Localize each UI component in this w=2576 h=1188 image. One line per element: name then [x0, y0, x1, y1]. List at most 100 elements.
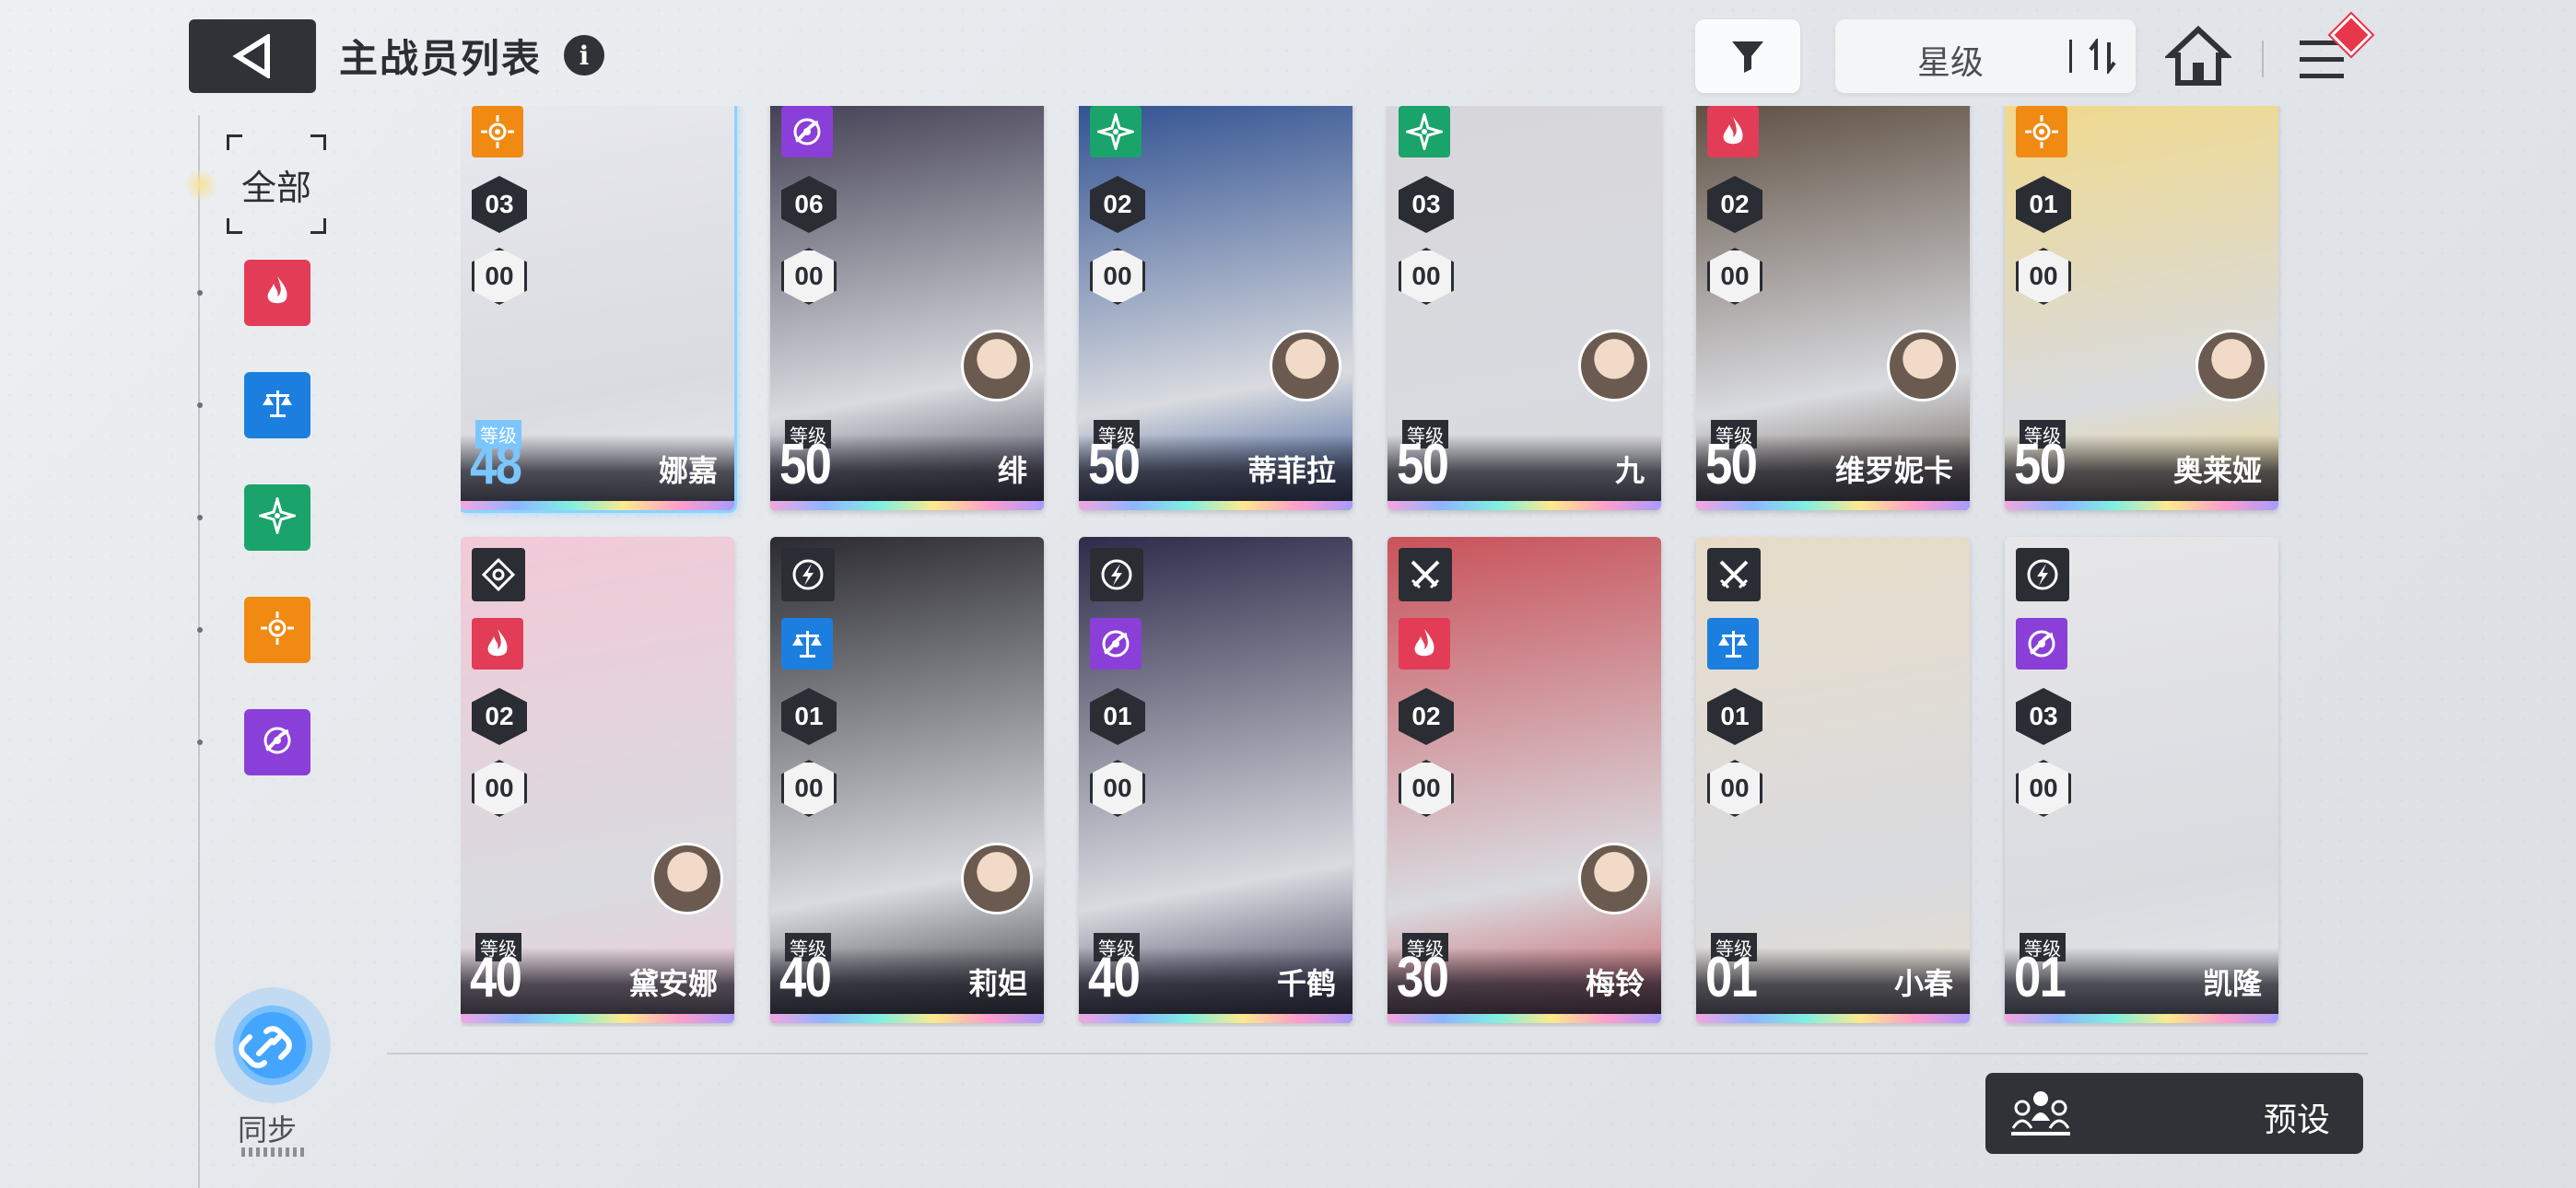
preset-label: 预设: [2263, 1101, 2330, 1138]
rarity-strip: [2005, 1014, 2278, 1023]
sidebar-bullet: [197, 290, 203, 296]
sync-link-icon: [239, 1026, 292, 1068]
team-preset-icon: [2011, 1091, 2070, 1136]
filter-tab-flame-element[interactable]: [244, 260, 310, 326]
character-card[interactable]: 02 00 等级 50 维罗妮卡: [1696, 106, 1970, 510]
character-grid: 03 00 等级 48 娜嘉 06 00 等级 50 绯 02 00 等级 50 蒂菲拉 03 00 等级 50 九 0…: [461, 106, 2303, 1027]
rarity-strip: [770, 1014, 1044, 1023]
support-avatar: [651, 843, 723, 914]
rarity-strip: [1079, 501, 1352, 510]
sync-button[interactable]: [215, 987, 331, 1103]
filter-tab-vortex-element[interactable]: [244, 709, 310, 775]
filter-tab-scales-element[interactable]: [244, 372, 310, 438]
flame-element-icon: [472, 618, 523, 670]
scales-element-icon: [1707, 618, 1759, 670]
filter-tab-all-label: 全部: [240, 169, 311, 208]
character-card[interactable]: 01 00 等级 40 莉妲: [770, 537, 1044, 1023]
character-card[interactable]: 03 00 等级 01 凯隆: [2005, 537, 2278, 1023]
sync-progress-ticks: [241, 1147, 308, 1157]
star-compass-element-icon: [1399, 106, 1450, 157]
filter-tab-all[interactable]: 全部: [227, 134, 326, 234]
back-button[interactable]: [189, 19, 316, 93]
support-avatar: [1578, 843, 1650, 914]
level-value: 50: [1705, 433, 1758, 496]
character-name: 黛安娜: [628, 967, 718, 1000]
sidebar-bullet: [197, 515, 203, 520]
rarity-strip: [1388, 1014, 1661, 1023]
character-card[interactable]: 02 00 等级 50 蒂菲拉: [1079, 106, 1352, 510]
sort-label: 星级: [1916, 43, 1984, 81]
selected-indicator: [184, 169, 217, 202]
sidebar-bullet: [197, 740, 203, 745]
bracket-corner: [227, 134, 242, 150]
level-value: 40: [1088, 946, 1141, 1009]
rarity-strip: [2005, 501, 2278, 510]
character-name: 莉妲: [967, 967, 1027, 1000]
sort-order-toggle[interactable]: [2077, 33, 2128, 79]
level-value: 40: [779, 946, 832, 1009]
character-card[interactable]: 02 00 等级 40 黛安娜: [461, 537, 734, 1023]
star-compass-element-icon: [1090, 106, 1142, 157]
lightning-role-icon: [2016, 548, 2069, 601]
character-card[interactable]: 03 00 等级 50 九: [1388, 106, 1661, 510]
character-card[interactable]: 03 00 等级 48 娜嘉: [461, 106, 734, 510]
back-arrow-icon: [232, 34, 270, 78]
rarity-strip: [770, 501, 1044, 510]
flame-element-icon: [1399, 618, 1450, 670]
bracket-corner: [310, 134, 326, 150]
character-name: 千鹤: [1276, 967, 1336, 1000]
sort-arrows-icon: [2089, 39, 2116, 74]
sort-dropdown[interactable]: 星级: [1835, 19, 2136, 93]
flame-element-icon: [259, 273, 296, 314]
character-name: 绯: [997, 454, 1027, 487]
rarity-strip: [1388, 501, 1661, 510]
preset-button[interactable]: 预设: [1985, 1073, 2363, 1154]
filter-button[interactable]: [1695, 19, 1800, 93]
level-value: 50: [1397, 433, 1449, 496]
filter-tab-sun-element[interactable]: [244, 597, 310, 663]
character-name: 蒂菲拉: [1247, 454, 1336, 487]
rarity-strip: [461, 1014, 734, 1023]
sort-divider: [2069, 40, 2072, 73]
level-value: 50: [1088, 433, 1141, 496]
sidebar-bullet: [197, 627, 203, 633]
character-name: 维罗妮卡: [1834, 454, 1953, 487]
level-value: 50: [2014, 433, 2067, 496]
info-icon[interactable]: i: [564, 35, 604, 76]
level-value: 48: [470, 433, 522, 496]
page-title: 主战员列表: [339, 37, 543, 80]
lightning-role-icon: [781, 548, 835, 601]
sun-element-icon: [2016, 106, 2067, 157]
home-button[interactable]: [2163, 24, 2233, 90]
character-card[interactable]: 01 00 等级 01 小春: [1696, 537, 1970, 1023]
support-avatar: [961, 330, 1033, 402]
sun-element-icon: [472, 106, 523, 157]
bracket-corner: [227, 218, 242, 234]
rarity-strip: [1696, 1014, 1970, 1023]
level-value: 40: [470, 946, 522, 1009]
character-name: 梅铃: [1585, 967, 1645, 1000]
bracket-corner: [310, 218, 326, 234]
sync-label: 同步: [238, 1113, 298, 1147]
character-card[interactable]: 01 00 等级 50 奥莱娅: [2005, 106, 2278, 510]
character-name: 凯隆: [2202, 967, 2262, 1000]
rarity-strip: [1696, 501, 1970, 510]
sidebar-bullet: [197, 402, 203, 408]
menu-button[interactable]: [2296, 14, 2379, 94]
level-value: 01: [2014, 946, 2067, 1009]
support-avatar: [2195, 330, 2267, 402]
character-card[interactable]: 06 00 等级 50 绯: [770, 106, 1044, 510]
filter-tab-star-compass-element[interactable]: [244, 484, 310, 551]
support-avatar: [1578, 330, 1650, 402]
vortex-element-icon: [781, 106, 833, 157]
scales-element-icon: [259, 385, 296, 426]
character-name: 奥莱娅: [2172, 454, 2262, 487]
crossed-swords-role-icon: [1707, 548, 1761, 601]
character-card[interactable]: 02 00 等级 30 梅铃: [1388, 537, 1661, 1023]
vortex-element-icon: [1090, 618, 1142, 670]
vortex-element-icon: [2016, 618, 2067, 670]
character-card[interactable]: 01 00 等级 40 千鹤: [1079, 537, 1352, 1023]
level-value: 01: [1705, 946, 1758, 1009]
vortex-element-icon: [259, 722, 296, 763]
sun-element-icon: [259, 610, 296, 651]
